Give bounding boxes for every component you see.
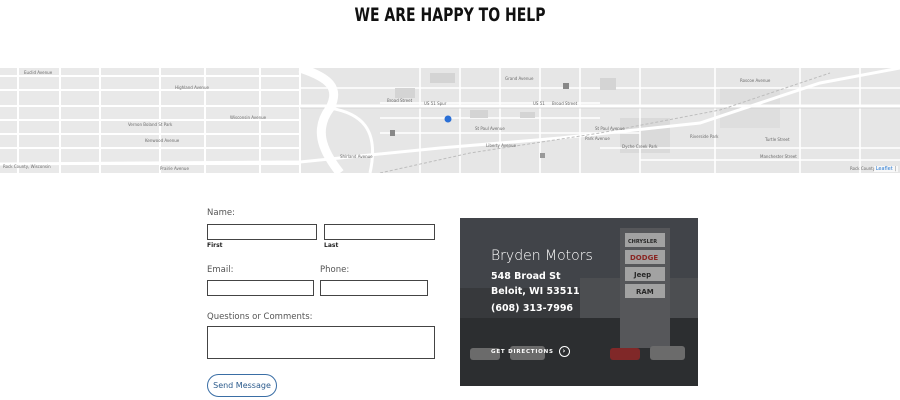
last-name-input[interactable] (324, 224, 435, 240)
map-label-park-name: Dyche Creek Park (622, 144, 658, 149)
dealer-phone[interactable]: (608) 313-7996 (491, 303, 573, 314)
map-label-riverside: Riverside Park (690, 134, 719, 139)
map-attribution[interactable]: Leaflet | (873, 166, 898, 172)
map-label-euclid: Euclid Avenue (24, 70, 53, 75)
map-label-kenwood: Kenwood Avenue (145, 138, 180, 143)
map-label-roscoe: Roscoe Avenue (740, 78, 771, 83)
phone-field[interactable] (320, 280, 428, 296)
comments-textarea[interactable] (207, 326, 435, 359)
map-label-county: Rock County, Wisconsin (3, 164, 51, 169)
map-label-us51: US 51 Spur (424, 101, 447, 106)
map-label-prairie: Prairie Avenue (160, 166, 189, 171)
map-label-broad2: Broad Street (552, 101, 578, 106)
dealer-card: CHRYSLER DODGE Jeep RAM Bryden Motors 54… (460, 218, 698, 386)
attribution-separator: | (894, 166, 896, 172)
location-map[interactable]: Euclid Avenue Highland Avenue Wisconsin … (0, 68, 900, 173)
dealer-street: 548 Broad St (491, 271, 561, 282)
map-label-county2: Rock County (850, 166, 876, 171)
comments-label: Questions or Comments: (207, 312, 313, 322)
map-canvas[interactable]: Euclid Avenue Highland Avenue Wisconsin … (0, 68, 900, 173)
name-label: Name: (207, 208, 235, 218)
map-label-manchester: Manchester Street (760, 154, 797, 159)
map-label-stpaul: St Paul Avenue (475, 126, 505, 131)
map-label-grand: Grand Avenue (505, 76, 534, 81)
first-name-input[interactable] (207, 224, 317, 240)
map-label-park: Park Avenue (585, 136, 610, 141)
poi-icon-2 (390, 130, 395, 136)
map-label-liberty: Liberty Avenue (486, 143, 517, 148)
email-field[interactable] (207, 280, 314, 296)
email-label: Email: (207, 265, 234, 275)
map-label-highland: Highland Avenue (175, 85, 210, 90)
leaflet-link[interactable]: Leaflet (876, 166, 893, 172)
phone-label: Phone: (320, 265, 350, 275)
poi-icon (563, 83, 569, 89)
map-label-shirland: Shirland Avenue (340, 154, 373, 159)
get-directions-link[interactable]: GET DIRECTIONS › (491, 346, 570, 357)
chevron-right-circle-icon: › (558, 346, 570, 357)
dealer-location-marker[interactable] (444, 115, 452, 123)
map-label-us51b: US 51 (533, 101, 545, 106)
page-heading: WE ARE HAPPY TO HELP (354, 4, 546, 26)
dealer-city: Beloit, WI 53511 (491, 286, 580, 297)
get-directions-label: GET DIRECTIONS (491, 348, 554, 355)
dealer-name: Bryden Motors (491, 248, 593, 264)
send-message-button[interactable]: Send Message (207, 374, 277, 397)
first-sublabel: First (207, 242, 223, 249)
map-label-school: Vernon Boland St Park (128, 122, 173, 127)
last-sublabel: Last (324, 242, 339, 249)
map-label-broad: Broad Street (387, 98, 413, 103)
map-label-stpaul2: St Paul Avenue (595, 126, 625, 131)
poi-icon-3 (540, 153, 545, 158)
map-label-turtle: Turtle Street (764, 137, 790, 142)
map-label-wisconsin: Wisconsin Avenue (230, 115, 267, 120)
